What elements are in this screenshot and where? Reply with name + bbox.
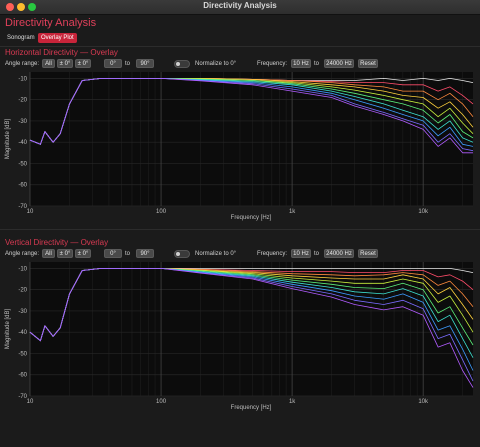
vertical-directivity-section: Vertical Directivity — Overlay Angle ran… xyxy=(0,238,480,412)
freq-from-field[interactable]: 10 Hz xyxy=(291,249,311,258)
normalize-toggle[interactable] xyxy=(174,250,190,258)
x-tick-label: 100 xyxy=(156,399,167,405)
x-tick-label: 100 xyxy=(156,209,167,215)
window-title: Directivity Analysis xyxy=(203,1,277,10)
normalize-label: Normalize to 0° xyxy=(195,251,237,257)
control-bar: Angle range: All ± 0° ± 0° 0° to 90° Nor… xyxy=(0,59,480,69)
x-axis-label: Frequency [Hz] xyxy=(231,215,272,221)
freq-to-field[interactable]: 24000 Hz xyxy=(324,59,354,68)
y-tick-label: -30 xyxy=(18,309,27,315)
angle-range-label: Angle range: xyxy=(5,251,40,257)
y-tick-label: -60 xyxy=(18,183,27,189)
y-axis-label: Magnitude [dB] xyxy=(5,308,11,349)
angle-from-field[interactable]: 0° xyxy=(104,249,122,258)
reset-button[interactable]: Reset xyxy=(358,249,378,258)
angle-all-button[interactable]: All xyxy=(42,249,55,258)
x-tick-label: 1k xyxy=(289,399,296,405)
angle-preset-button[interactable]: ± 0° xyxy=(57,59,73,68)
x-tick-label: 10k xyxy=(418,209,429,215)
to-label: to xyxy=(125,61,131,67)
y-axis-label: Magnitude [dB] xyxy=(5,118,11,159)
control-bar: Angle range: All ± 0° ± 0° 0° to 90° Nor… xyxy=(0,249,480,259)
frequency-label: Frequency: xyxy=(257,61,288,67)
x-tick-label: 10k xyxy=(418,399,429,405)
horizontal-directivity-section: Horizontal Directivity — Overlay Angle r… xyxy=(0,48,480,222)
frequency-label: Frequency: xyxy=(257,251,288,257)
app-title: Directivity Analysis xyxy=(5,17,97,29)
freq-to-field[interactable]: 24000 Hz xyxy=(324,249,354,258)
x-axis-label: Frequency [Hz] xyxy=(231,405,272,411)
toggle-knob xyxy=(176,252,180,256)
normalize-label: Normalize to 0° xyxy=(195,61,237,67)
freq-from-field[interactable]: 10 Hz xyxy=(291,59,311,68)
angle-preset-button[interactable]: ± 0° xyxy=(57,249,73,258)
reset-button[interactable]: Reset xyxy=(358,59,378,68)
y-tick-label: -50 xyxy=(18,351,27,357)
angle-all-button[interactable]: All xyxy=(42,59,55,68)
y-tick-label: -10 xyxy=(18,266,27,272)
vertical-overlay-chart: -10-20-30-40-50-60-70 10 100 1k 10k Magnitu… xyxy=(5,262,474,411)
tabs-divider xyxy=(0,46,480,47)
horizontal-overlay-chart: -10-20-30-40-50-60-70 10 100 1k 10k Magnitu… xyxy=(5,72,474,221)
toggle-knob xyxy=(176,62,180,66)
title-bar: Directivity Analysis xyxy=(0,0,480,15)
y-tick-label: -40 xyxy=(18,140,27,146)
tab-sonogram[interactable]: Sonogram xyxy=(4,33,38,43)
section-title: Horizontal Directivity — Overlay xyxy=(5,48,118,57)
x-tick-label: 10 xyxy=(27,209,34,215)
y-tick-label: -10 xyxy=(18,76,27,82)
section-title: Vertical Directivity — Overlay xyxy=(5,238,109,247)
y-tick-label: -50 xyxy=(18,161,27,167)
normalize-toggle[interactable] xyxy=(174,60,190,68)
section-divider xyxy=(0,229,480,230)
angle-to-field[interactable]: 90° xyxy=(136,249,154,258)
y-tick-label: -20 xyxy=(18,288,27,294)
angle-to-field[interactable]: 90° xyxy=(136,59,154,68)
angle-preset-button[interactable]: ± 0° xyxy=(75,249,91,258)
y-tick-label: -60 xyxy=(18,373,27,379)
tab-overlay-plot[interactable]: Overlay Plot xyxy=(38,33,77,43)
to-label: to xyxy=(314,251,320,257)
y-tick-label: -40 xyxy=(18,330,27,336)
angle-range-label: Angle range: xyxy=(5,61,40,67)
to-label: to xyxy=(125,251,131,257)
y-tick-label: -20 xyxy=(18,98,27,104)
plot-area xyxy=(30,262,473,396)
to-label: to xyxy=(314,61,320,67)
x-tick-label: 1k xyxy=(289,209,296,215)
app-window: Directivity Analysis Directivity Analysi… xyxy=(0,0,480,447)
angle-from-field[interactable]: 0° xyxy=(104,59,122,68)
plot-area xyxy=(30,72,473,206)
angle-preset-button[interactable]: ± 0° xyxy=(75,59,91,68)
x-tick-label: 10 xyxy=(27,399,34,405)
y-tick-label: -30 xyxy=(18,119,27,125)
